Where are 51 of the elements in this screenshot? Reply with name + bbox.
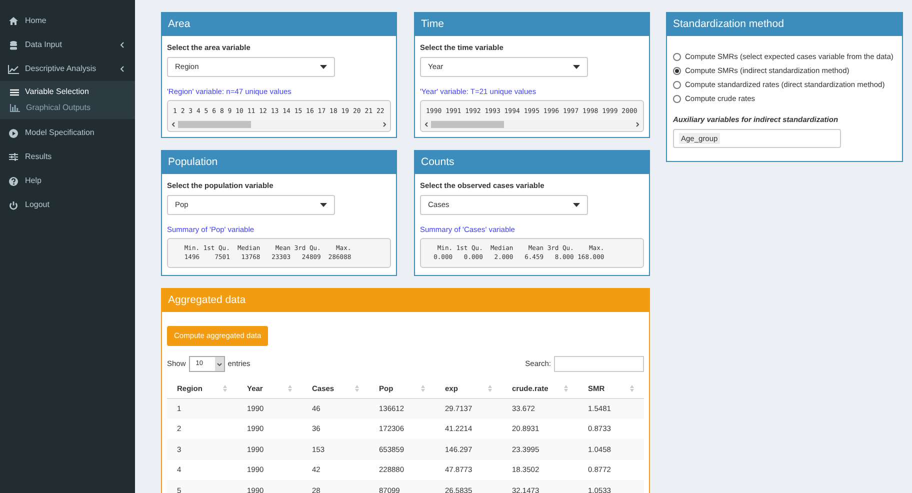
sidebar-item[interactable]: Logout — [0, 193, 135, 217]
scrollbar-thumb[interactable] — [431, 121, 504, 128]
line-chart-icon — [8, 64, 19, 74]
radio-button[interactable] — [673, 95, 681, 104]
box-header: Aggregated data — [162, 289, 649, 312]
database-icon — [10, 40, 17, 50]
box-header: Area — [162, 13, 396, 36]
scroll-right-icon — [636, 122, 639, 127]
sort-icon — [223, 385, 227, 392]
submenu-item[interactable]: Variable Selection — [0, 84, 135, 100]
scroll-left-icon — [425, 122, 428, 127]
power-icon — [9, 200, 18, 210]
sort-icon — [288, 385, 292, 392]
scroll-left-icon — [172, 122, 175, 127]
box-header: Population — [162, 151, 396, 174]
submenu-item[interactable]: Graphical Outputs — [0, 100, 135, 116]
horizontal-scrollbar[interactable] — [170, 120, 388, 129]
horizontal-scrollbar[interactable] — [423, 120, 641, 129]
caret-icon — [573, 203, 580, 207]
box-header: Time — [415, 13, 649, 36]
caret-icon — [320, 203, 327, 207]
sidebar-item[interactable]: Help — [0, 169, 135, 193]
caret-icon — [573, 65, 580, 69]
chevron-left-icon — [120, 66, 124, 72]
box-header: Standardization method — [667, 13, 902, 36]
sort-icon — [630, 385, 634, 392]
sidebar-item[interactable]: Model Specification — [0, 121, 135, 145]
help-icon — [9, 176, 18, 186]
scrollbar-thumb[interactable] — [178, 121, 251, 128]
sidebar-item[interactable]: Data Input — [0, 33, 135, 57]
sort-icon — [488, 385, 492, 392]
sliders-icon — [9, 153, 18, 161]
bar-chart-icon — [10, 104, 20, 112]
scroll-right-icon — [383, 122, 386, 127]
chevron-left-icon — [120, 42, 124, 48]
radio-button[interactable] — [673, 81, 681, 90]
list-icon — [10, 88, 19, 96]
sort-icon — [421, 385, 425, 392]
home-icon — [9, 17, 18, 25]
caret-icon — [320, 65, 327, 69]
sidebar-item[interactable]: Descriptive Analysis — [0, 57, 135, 81]
sort-icon — [355, 385, 359, 392]
box-header: Counts — [415, 151, 649, 174]
sidebar-item[interactable]: Results — [0, 145, 135, 169]
radio-button[interactable] — [673, 67, 681, 76]
sort-icon — [564, 385, 568, 392]
chevron-down-icon — [216, 362, 222, 366]
search-field[interactable] — [554, 356, 644, 372]
play-circle-icon — [9, 128, 18, 138]
radio-button[interactable] — [673, 53, 681, 62]
sidebar-item[interactable]: Home — [0, 9, 135, 33]
